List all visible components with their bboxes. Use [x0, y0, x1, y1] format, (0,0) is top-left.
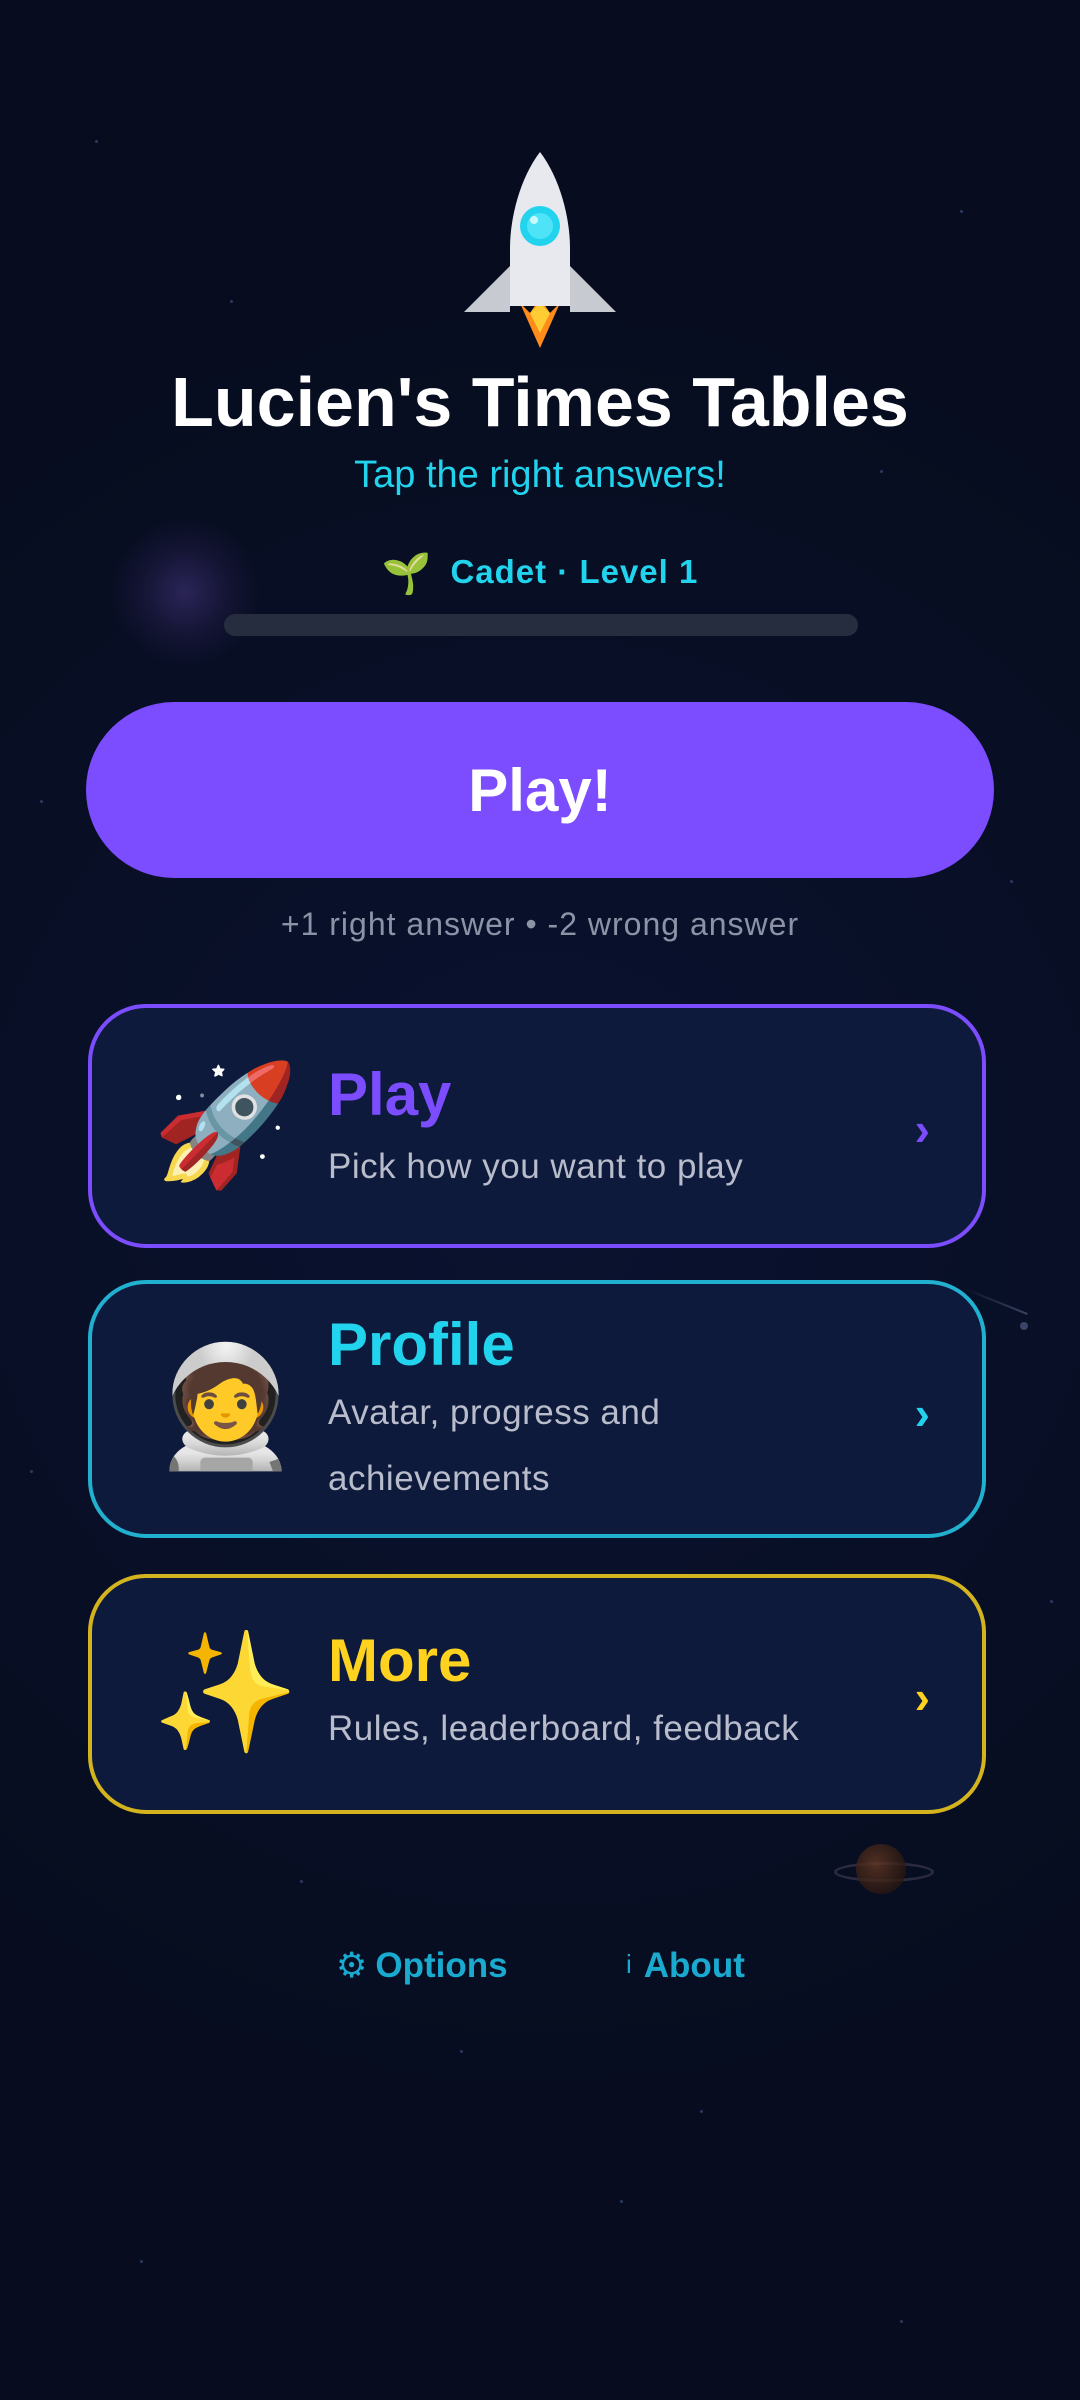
app-subtitle: Tap the right answers! — [354, 454, 726, 496]
menu-card-subtitle: Rules, leaderboard, feedback — [328, 1709, 800, 1748]
planet — [856, 1844, 906, 1894]
menu-card-title: More — [328, 1627, 472, 1694]
rank-badge: 🌱 Cadet · Level 1 — [0, 550, 1080, 597]
score-rule-text: +1 right answer • -2 wrong answer — [280, 906, 800, 942]
rank-label: Cadet · Level 1 — [450, 553, 699, 590]
menu-card-play[interactable]: 🚀 Play Pick how you want to play › — [88, 1004, 986, 1248]
play-button[interactable]: Play! — [86, 702, 994, 878]
menu-card-title: Play — [328, 1061, 452, 1128]
about-link[interactable]: i About — [626, 1946, 745, 1986]
menu-card-more[interactable]: ✨ More Rules, leaderboard, feedback › — [88, 1574, 986, 1814]
app-title: Lucien's Times Tables — [171, 363, 909, 441]
menu-card-profile[interactable]: 🧑‍🚀 Profile Avatar, progress and achieve… — [88, 1280, 986, 1538]
menu-card-subtitle: Pick how you want to play — [328, 1147, 744, 1186]
home-screen: Lucien's Times Tables Tap the right answ… — [0, 0, 1080, 2400]
chevron-right-icon: › — [914, 1387, 930, 1439]
menu-card-subtitle: Avatar, progress and achievements — [328, 1393, 661, 1498]
sparkles-icon: ✨ — [152, 1627, 299, 1759]
options-link[interactable]: ⚙ Options — [336, 1946, 508, 1986]
menu-card-title: Profile — [328, 1311, 515, 1378]
about-label: About — [643, 1946, 745, 1985]
sprout-icon: 🌱 — [381, 552, 433, 596]
gear-icon: ⚙ — [336, 1946, 368, 1985]
rocket-logo-icon — [464, 152, 616, 348]
chevron-right-icon: › — [914, 1103, 930, 1155]
info-icon: i — [626, 1949, 632, 1979]
rocket-icon: 🚀 — [152, 1059, 299, 1191]
shooting-star-head — [1020, 1322, 1028, 1330]
chevron-right-icon: › — [914, 1671, 930, 1723]
options-label: Options — [375, 1946, 508, 1985]
level-progress-bar — [224, 614, 858, 636]
play-button-label: Play! — [468, 756, 612, 824]
astronaut-icon: 🧑‍🚀 — [152, 1341, 299, 1473]
